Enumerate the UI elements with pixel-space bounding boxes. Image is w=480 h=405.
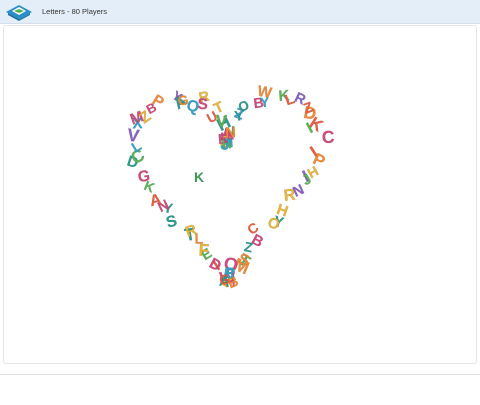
letter-player[interactable]: C bbox=[321, 126, 336, 147]
letter-heart: MASUHIYZO BYW KLRDZKI CIPHIJNRHYOCBZTSMOWIB… bbox=[125, 83, 336, 292]
footer-divider bbox=[0, 374, 480, 375]
letter-player[interactable]: W bbox=[256, 83, 274, 103]
letter-player[interactable]: G bbox=[137, 167, 152, 187]
letter-player[interactable]: P bbox=[226, 265, 236, 281]
stray-letter-player[interactable]: K bbox=[194, 169, 204, 185]
